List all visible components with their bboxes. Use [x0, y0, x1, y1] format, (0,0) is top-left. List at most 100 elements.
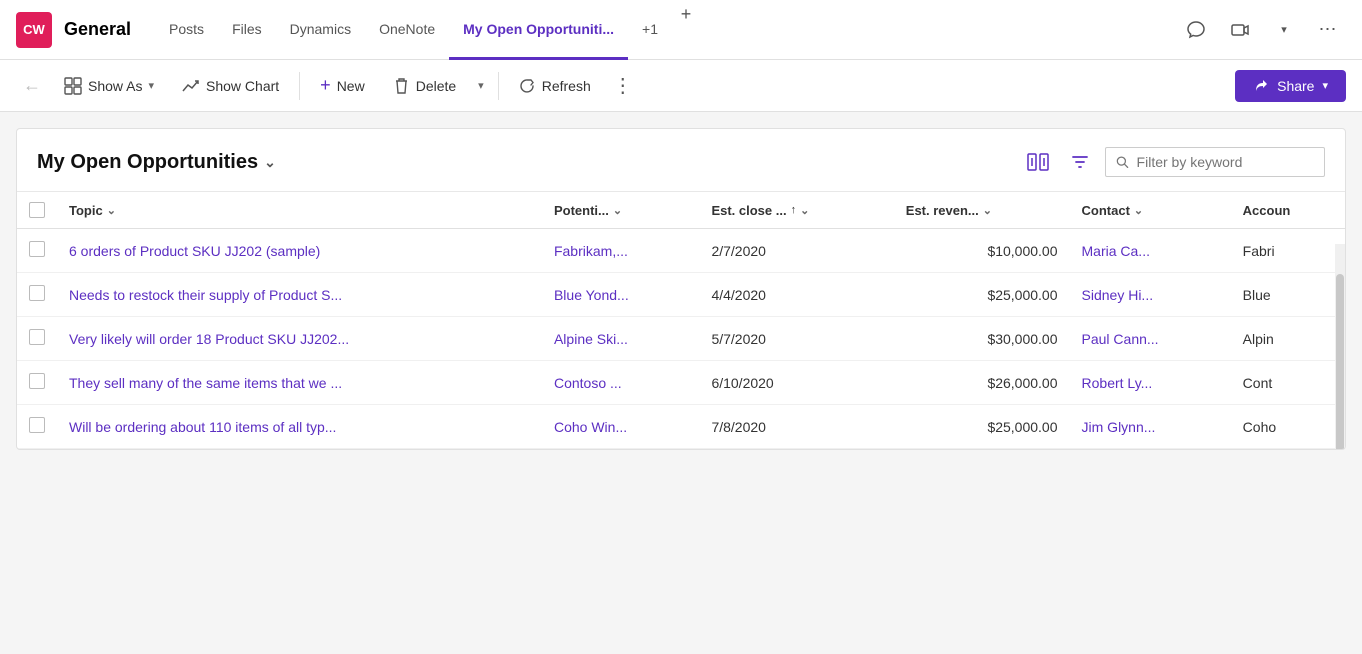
show-as-icon [64, 77, 82, 95]
row-contact-link[interactable]: Maria Ca... [1082, 243, 1150, 259]
video-icon [1230, 20, 1250, 40]
select-all-checkbox[interactable] [29, 202, 45, 218]
chevron-down-icon: ▾ [1281, 23, 1287, 36]
est-revenue-sort-icon: ⌄ [983, 204, 992, 217]
chat-icon-button[interactable] [1178, 12, 1214, 48]
show-chart-button[interactable]: Show Chart [170, 71, 291, 101]
filter-keyword-input[interactable] [1137, 154, 1314, 170]
nav-tabs: PostsFilesDynamicsOneNoteMy Open Opportu… [155, 0, 1178, 59]
share-icon [1253, 78, 1269, 94]
video-chevron-button[interactable]: ▾ [1266, 12, 1302, 48]
row-contact-link[interactable]: Robert Ly... [1082, 375, 1153, 391]
est-close-column-header[interactable]: Est. close ... ↑ ⌄ [699, 192, 893, 229]
new-button[interactable]: + New [308, 69, 377, 102]
toolbar-more-button[interactable]: ⋮ [607, 70, 639, 102]
share-chevron-icon: ▾ [1322, 79, 1328, 92]
row-contact: Maria Ca... [1070, 229, 1231, 273]
row-checkbox[interactable] [29, 329, 45, 345]
row-topic-link[interactable]: Will be ordering about 110 items of all … [69, 419, 336, 435]
row-potential-link[interactable]: Coho Win... [554, 419, 627, 435]
est-revenue-column-label: Est. reven... [906, 203, 979, 218]
more-nav-button[interactable]: ⋯ [1310, 12, 1346, 48]
avatar: CW [16, 12, 52, 48]
row-account: Fabri [1231, 229, 1345, 273]
opportunities-table: Topic ⌄ Potenti... ⌄ Est [17, 192, 1345, 449]
row-topic-link[interactable]: They sell many of the same items that we… [69, 375, 342, 391]
row-potential-link[interactable]: Blue Yond... [554, 287, 629, 303]
row-contact-link[interactable]: Sidney Hi... [1082, 287, 1154, 303]
nav-tab-posts[interactable]: Posts [155, 1, 218, 60]
nav-tab-files[interactable]: Files [218, 1, 276, 60]
row-contact-link[interactable]: Paul Cann... [1082, 331, 1159, 347]
row-checkbox-cell [17, 361, 57, 405]
video-icon-button[interactable] [1222, 12, 1258, 48]
nav-tab-onenote[interactable]: OneNote [365, 1, 449, 60]
row-est-close: 5/7/2020 [699, 317, 893, 361]
est-close-sort-icon2: ⌄ [800, 204, 809, 217]
chat-icon [1186, 20, 1206, 40]
scrollbar-track[interactable] [1335, 244, 1345, 449]
row-potential-link[interactable]: Contoso ... [554, 375, 622, 391]
back-button[interactable]: ← [16, 70, 48, 102]
show-as-label: Show As [88, 78, 142, 94]
est-revenue-column-header[interactable]: Est. reven... ⌄ [894, 192, 1070, 229]
row-contact: Sidney Hi... [1070, 273, 1231, 317]
share-button[interactable]: Share ▾ [1235, 70, 1346, 102]
row-est-revenue: $25,000.00 [894, 273, 1070, 317]
nav-tab-dynamics[interactable]: Dynamics [276, 1, 365, 60]
potential-column-header[interactable]: Potenti... ⌄ [542, 192, 699, 229]
topic-column-header[interactable]: Topic ⌄ [57, 192, 542, 229]
row-est-close: 4/4/2020 [699, 273, 893, 317]
refresh-button[interactable]: Refresh [507, 71, 603, 101]
topic-column-label: Topic [69, 203, 103, 218]
filter-button[interactable] [1063, 145, 1097, 179]
app-title: General [64, 19, 131, 40]
table-row: Very likely will order 18 Product SKU JJ… [17, 317, 1345, 361]
nav-tab--1[interactable]: +1 [628, 1, 672, 60]
row-checkbox-cell [17, 273, 57, 317]
row-checkbox-cell [17, 229, 57, 273]
scrollbar-thumb[interactable] [1336, 274, 1344, 449]
row-checkbox[interactable] [29, 285, 45, 301]
row-est-revenue: $25,000.00 [894, 405, 1070, 449]
row-potential-link[interactable]: Alpine Ski... [554, 331, 628, 347]
add-tab-button[interactable]: + [672, 0, 700, 28]
show-chart-label: Show Chart [206, 78, 279, 94]
row-contact-link[interactable]: Jim Glynn... [1082, 419, 1156, 435]
row-est-revenue: $26,000.00 [894, 361, 1070, 405]
row-topic-link[interactable]: 6 orders of Product SKU JJ202 (sample) [69, 243, 320, 259]
row-potential: Alpine Ski... [542, 317, 699, 361]
row-account: Alpin [1231, 317, 1345, 361]
panel-header-actions [1021, 145, 1325, 179]
account-column-label: Accoun [1243, 203, 1291, 218]
filter-icon [1070, 152, 1090, 172]
row-potential-link[interactable]: Fabrikam,... [554, 243, 628, 259]
refresh-icon [519, 77, 536, 95]
row-potential: Blue Yond... [542, 273, 699, 317]
topic-sort-icon: ⌄ [107, 204, 116, 217]
row-topic-link[interactable]: Needs to restock their supply of Product… [69, 287, 342, 303]
row-potential: Contoso ... [542, 361, 699, 405]
select-all-column [17, 192, 57, 229]
new-label: New [337, 78, 365, 94]
toolbar-divider-1 [299, 72, 300, 100]
row-checkbox[interactable] [29, 373, 45, 389]
delete-label: Delete [416, 78, 456, 94]
contact-column-header[interactable]: Contact ⌄ [1070, 192, 1231, 229]
panel-title-chevron-icon[interactable]: ⌄ [264, 154, 276, 171]
refresh-label: Refresh [542, 78, 591, 94]
nav-tab-my-open-opportuniti---[interactable]: My Open Opportuniti... [449, 1, 628, 60]
row-checkbox[interactable] [29, 241, 45, 257]
panel-title: My Open Opportunities ⌄ [37, 151, 276, 174]
row-contact: Robert Ly... [1070, 361, 1231, 405]
show-as-button[interactable]: Show As ▾ [52, 71, 166, 101]
delete-dropdown-button[interactable]: ▾ [472, 73, 490, 98]
main-content: My Open Opportunities ⌄ [0, 112, 1362, 466]
toolbar: ← Show As ▾ Show Chart + New Delete ▾ [0, 60, 1362, 112]
row-est-close: 6/10/2020 [699, 361, 893, 405]
row-checkbox[interactable] [29, 417, 45, 433]
delete-button[interactable]: Delete [381, 71, 468, 101]
row-topic-link[interactable]: Very likely will order 18 Product SKU JJ… [69, 331, 349, 347]
table-wrapper: Topic ⌄ Potenti... ⌄ Est [17, 192, 1345, 449]
columns-config-button[interactable] [1021, 145, 1055, 179]
